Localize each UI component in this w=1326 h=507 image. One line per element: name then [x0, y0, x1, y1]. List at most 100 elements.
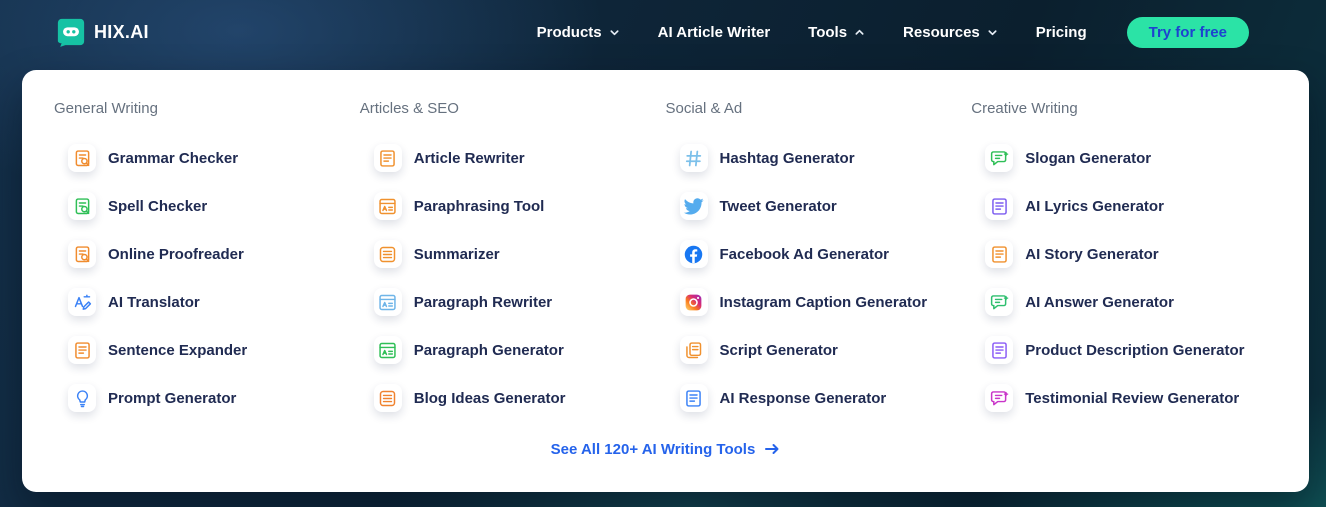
testimonial-review-generator-icon	[985, 384, 1014, 412]
column-social-ad: Social & Ad Hashtag Generator Tweet Gene…	[666, 100, 972, 422]
paraphrasing-tool-icon	[373, 192, 402, 220]
menu-columns: General Writing Grammar Checker Spell Ch…	[54, 100, 1277, 422]
menu-item-script-generator[interactable]: Script Generator	[666, 326, 972, 374]
sentence-expander-icon	[68, 336, 96, 364]
menu-item-prompt-generator[interactable]: Prompt Generator	[54, 374, 360, 422]
menu-item-label: Slogan Generator	[1025, 149, 1152, 167]
menu-item-tweet-generator[interactable]: Tweet Generator	[666, 182, 972, 230]
menu-item-blog-ideas-generator[interactable]: Blog Ideas Generator	[360, 374, 666, 422]
top-navigation-bar: HIX.AI Products AI Article Writer Tools …	[0, 0, 1326, 64]
summarizer-icon	[373, 240, 402, 268]
nav-resources[interactable]: Resources	[903, 24, 998, 41]
column-title: Creative Writing	[971, 100, 1078, 117]
paragraph-rewriter-icon	[373, 288, 402, 316]
menu-item-label: Spell Checker	[108, 197, 208, 215]
menu-item-label: Article Rewriter	[413, 149, 525, 167]
chevron-down-icon	[610, 29, 619, 35]
nav-tools-label: Tools	[808, 23, 848, 41]
menu-item-label: Prompt Generator	[108, 389, 237, 407]
menu-item-label: AI Answer Generator	[1025, 293, 1174, 311]
column-title: Articles & SEO	[359, 100, 459, 117]
hix-logo-icon	[57, 18, 85, 47]
nav-products-label: Products	[536, 23, 602, 41]
menu-item-label: Grammar Checker	[108, 149, 239, 167]
column-general-writing: General Writing Grammar Checker Spell Ch…	[54, 100, 360, 422]
ai-story-generator-icon	[985, 240, 1014, 268]
column-title: Social & Ad	[665, 100, 743, 117]
article-rewriter-icon	[373, 144, 402, 172]
ai-translator-icon	[68, 288, 96, 316]
menu-item-slogan-generator[interactable]: Slogan Generator	[971, 134, 1277, 182]
menu-item-facebook-ad-generator[interactable]: Facebook Ad Generator	[666, 230, 972, 278]
chevron-down-icon	[988, 29, 997, 35]
nav-pricing-label: Pricing	[1035, 23, 1087, 41]
menu-item-hashtag-generator[interactable]: Hashtag Generator	[666, 134, 972, 182]
nav-ai-article-writer[interactable]: AI Article Writer	[658, 24, 771, 41]
ai-lyrics-generator-icon	[985, 192, 1014, 220]
menu-item-label: AI Lyrics Generator	[1025, 197, 1164, 215]
menu-item-label: Blog Ideas Generator	[413, 389, 566, 407]
menu-item-label: Paraphrasing Tool	[413, 197, 545, 215]
menu-item-paragraph-rewriter[interactable]: Paragraph Rewriter	[360, 278, 666, 326]
tools-mega-menu: General Writing Grammar Checker Spell Ch…	[22, 70, 1309, 492]
see-all-tools-link[interactable]: See All 120+ AI Writing Tools	[54, 436, 1277, 462]
menu-item-sentence-expander[interactable]: Sentence Expander	[54, 326, 360, 374]
menu-item-summarizer[interactable]: Summarizer	[360, 230, 666, 278]
menu-item-label: Script Generator	[719, 341, 838, 359]
blog-ideas-generator-icon	[373, 384, 402, 412]
paragraph-generator-icon	[373, 336, 402, 364]
prompt-generator-icon	[68, 384, 96, 412]
instagram-icon	[679, 288, 708, 316]
menu-item-article-rewriter[interactable]: Article Rewriter	[360, 134, 666, 182]
online-proofreader-icon	[68, 240, 96, 268]
brand-name: HIX.AI	[94, 21, 149, 42]
nav-pricing[interactable]: Pricing	[1036, 24, 1087, 41]
ai-response-generator-icon	[679, 384, 708, 412]
menu-item-label: AI Response Generator	[719, 389, 887, 407]
nav-products[interactable]: Products	[537, 24, 620, 41]
menu-item-paragraph-generator[interactable]: Paragraph Generator	[360, 326, 666, 374]
facebook-icon	[679, 240, 708, 268]
twitter-icon	[679, 192, 708, 220]
menu-item-online-proofreader[interactable]: Online Proofreader	[54, 230, 360, 278]
chevron-up-icon	[855, 29, 864, 35]
column-title: General Writing	[54, 100, 158, 117]
menu-item-ai-story-generator[interactable]: AI Story Generator	[971, 230, 1277, 278]
main-nav: Products AI Article Writer Tools Resourc…	[537, 24, 1087, 41]
menu-item-label: AI Story Generator	[1025, 245, 1159, 263]
menu-item-instagram-caption-generator[interactable]: Instagram Caption Generator	[666, 278, 972, 326]
menu-item-ai-answer-generator[interactable]: AI Answer Generator	[971, 278, 1277, 326]
menu-item-ai-response-generator[interactable]: AI Response Generator	[666, 374, 972, 422]
menu-item-paraphrasing-tool[interactable]: Paraphrasing Tool	[360, 182, 666, 230]
nav-ai-article-writer-label: AI Article Writer	[657, 23, 771, 41]
try-for-free-button[interactable]: Try for free	[1126, 16, 1249, 48]
spell-checker-icon	[68, 192, 96, 220]
menu-item-label: Product Description Generator	[1025, 341, 1245, 359]
menu-item-label: Hashtag Generator	[719, 149, 855, 167]
menu-item-product-description-generator[interactable]: Product Description Generator	[971, 326, 1277, 374]
menu-item-label: Facebook Ad Generator	[719, 245, 889, 263]
menu-item-label: Tweet Generator	[719, 197, 837, 215]
menu-item-label: Sentence Expander	[108, 341, 248, 359]
brand-logo-link[interactable]: HIX.AI	[56, 17, 149, 47]
grammar-checker-icon	[68, 144, 96, 172]
see-all-tools-label: See All 120+ AI Writing Tools	[550, 440, 756, 458]
menu-item-label: Summarizer	[413, 245, 500, 263]
nav-tools[interactable]: Tools	[808, 24, 865, 41]
menu-item-testimonial-review-generator[interactable]: Testimonial Review Generator	[971, 374, 1277, 422]
menu-item-label: Paragraph Generator	[413, 341, 564, 359]
nav-resources-label: Resources	[903, 23, 980, 41]
menu-item-grammar-checker[interactable]: Grammar Checker	[54, 134, 360, 182]
menu-item-label: Instagram Caption Generator	[719, 293, 928, 311]
slogan-generator-icon	[985, 144, 1014, 172]
product-description-generator-icon	[985, 336, 1014, 364]
menu-item-ai-lyrics-generator[interactable]: AI Lyrics Generator	[971, 182, 1277, 230]
menu-item-label: Paragraph Rewriter	[413, 293, 553, 311]
menu-item-spell-checker[interactable]: Spell Checker	[54, 182, 360, 230]
arrow-right-icon	[765, 444, 779, 454]
menu-item-label: AI Translator	[108, 293, 200, 311]
hashtag-generator-icon	[679, 144, 708, 172]
script-generator-icon	[679, 336, 708, 364]
menu-item-ai-translator[interactable]: AI Translator	[54, 278, 360, 326]
ai-answer-generator-icon	[985, 288, 1014, 316]
